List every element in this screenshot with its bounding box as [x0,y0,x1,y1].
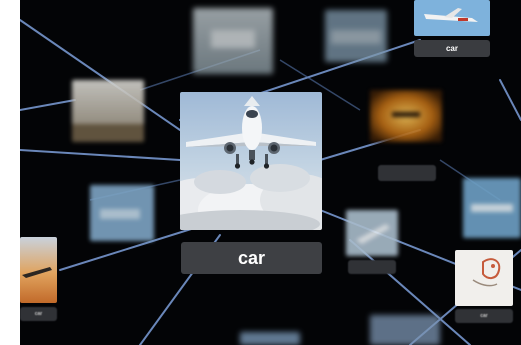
edge [20,99,76,111]
main-card-label: car [237,247,266,268]
edge [499,79,521,121]
image-node-main[interactable] [180,92,322,230]
blurred-image-tile[interactable] [90,185,154,241]
edge [20,149,181,161]
blurred-image-tile[interactable] [325,10,387,62]
node-caption-blurred [378,165,436,181]
left-card-label: car [34,311,43,317]
blurred-image-tile[interactable] [240,332,300,345]
image-node-top-right[interactable] [414,0,490,36]
blurred-image-tile[interactable] [72,80,144,142]
bottom-right-card-label: car [480,313,488,319]
blurred-image-tile[interactable] [463,178,521,238]
bottom-right-card-caption: car [455,309,513,323]
blurred-image-tile[interactable] [370,315,440,345]
image-node-bottom-right[interactable] [455,250,513,306]
blurred-image-tile[interactable] [370,90,442,142]
node-caption-blurred [348,260,396,274]
blurred-image-tile[interactable] [193,8,273,74]
airplane-photo [180,92,322,230]
blurred-image-tile[interactable] [346,210,398,256]
top-right-card-caption: car [414,40,490,57]
top-right-card-label: car [445,44,458,53]
left-card-caption: car [20,307,57,321]
image-node-sunset[interactable] [20,237,57,303]
graph-canvas[interactable]: car car car car [20,0,521,345]
main-card-caption[interactable]: car [181,242,322,274]
